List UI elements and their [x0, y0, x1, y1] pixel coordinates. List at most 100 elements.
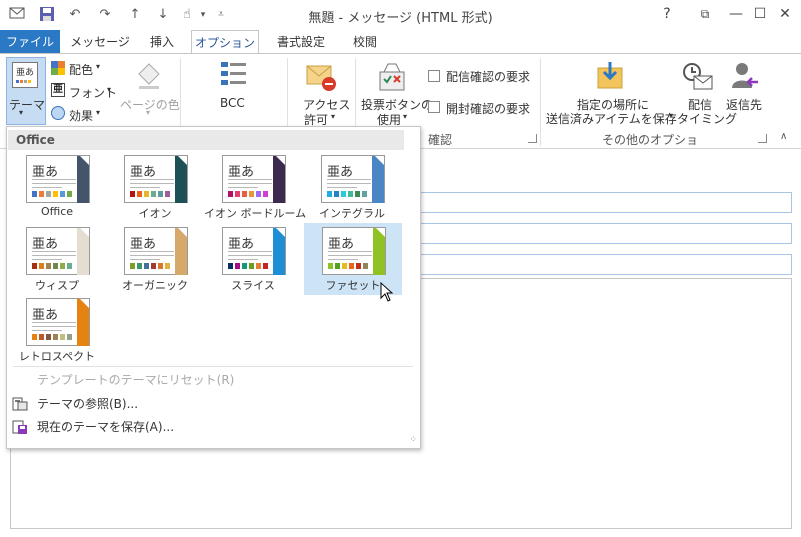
reply-to-button[interactable]: 返信先	[726, 96, 762, 113]
page-fold	[276, 156, 285, 165]
delivery-receipt-label[interactable]: 配信確認の要求	[446, 68, 530, 85]
svg-text:あ: あ	[25, 67, 34, 78]
colors-button[interactable]: 配色	[69, 61, 93, 78]
theme-thumbnail: 亜あ	[124, 155, 188, 203]
theme-sample-line	[32, 179, 76, 180]
subject-field[interactable]	[420, 254, 792, 275]
theme-color-swatch	[60, 191, 65, 197]
collapse-ribbon-icon[interactable]: ∧	[780, 131, 787, 142]
save-sent-label-2[interactable]: 送信済みアイテムを保存	[546, 110, 677, 127]
dialog-launcher-icon[interactable]	[758, 134, 767, 143]
theme-sample-line	[32, 255, 76, 256]
delivery-receipt-checkbox[interactable]	[428, 70, 440, 82]
theme-color-swatch	[335, 263, 340, 269]
theme-item[interactable]: 亜あ レトロスペクト	[8, 294, 106, 366]
theme-color-swatch	[60, 263, 65, 269]
bcc-button[interactable]: BCC	[220, 96, 245, 110]
theme-item[interactable]: 亜あイオン ボードルーム	[204, 151, 307, 223]
theme-color-swatch	[327, 191, 332, 197]
theme-sample-glyphs: 亜あ	[130, 237, 157, 252]
theme-item[interactable]: 亜あ スライス	[204, 223, 302, 295]
theme-sample-line	[32, 322, 76, 323]
theme-sample-glyphs: 亜あ	[130, 165, 157, 180]
theme-color-swatch	[263, 263, 268, 269]
read-receipt-checkbox[interactable]	[428, 101, 440, 113]
mouse-cursor-icon	[380, 281, 394, 302]
theme-color-swatch	[151, 263, 156, 269]
browse-themes-item[interactable]: テーマの参照(B)...	[37, 395, 138, 412]
theme-sample-line	[130, 251, 174, 252]
svg-text:亜: 亜	[16, 67, 25, 78]
help-button[interactable]: ?	[656, 4, 678, 24]
page-fold	[178, 156, 187, 165]
tab-options[interactable]: オプション	[191, 30, 259, 54]
voting-icon	[376, 62, 408, 92]
close-button[interactable]: ✕	[774, 4, 796, 24]
tab-review[interactable]: 校閲	[342, 30, 388, 54]
tab-format[interactable]: 書式設定	[264, 30, 338, 54]
theme-item[interactable]: 亜あ Office	[8, 151, 106, 223]
theme-sample-line	[328, 251, 372, 252]
theme-color-swatch	[165, 263, 170, 269]
tab-message[interactable]: メッセージ	[66, 30, 134, 54]
theme-sample-line	[130, 259, 160, 260]
tab-insert[interactable]: 挿入	[138, 30, 186, 54]
theme-sample-line	[130, 187, 160, 188]
theme-item[interactable]: 亜あ オーガニック	[106, 223, 204, 295]
theme-color-swatch	[137, 191, 142, 197]
read-receipt-label[interactable]: 開封確認の要求	[446, 100, 530, 117]
theme-color-swatch	[144, 191, 149, 197]
delay-delivery-icon	[682, 60, 714, 92]
theme-thumbnail: 亜あ	[124, 227, 188, 275]
theme-item[interactable]: 亜あ ウィスプ	[8, 223, 106, 295]
ribbon-display-button[interactable]: ⧉	[694, 4, 716, 24]
theme-sample-glyphs: 亜あ	[228, 165, 255, 180]
theme-color-swatch	[342, 263, 347, 269]
chevron-down-icon: ▾	[96, 108, 101, 117]
dialog-launcher-icon[interactable]	[528, 134, 537, 143]
to-field[interactable]	[420, 192, 792, 213]
theme-gallery-dropdown: Office 亜あ Office 亜あ イオン 亜あ イオン ボードルーム 亜あ インテグラル…	[6, 126, 421, 449]
theme-sample-line	[32, 330, 62, 331]
page-fold	[80, 299, 89, 308]
theme-color-swatch	[334, 191, 339, 197]
theme-name: イオン ボードルーム	[204, 207, 307, 220]
resize-grip-icon[interactable]: ⁘	[409, 435, 417, 445]
cc-field[interactable]	[420, 223, 792, 244]
themes-label: テーマ	[9, 98, 46, 112]
theme-color-swatch	[53, 191, 58, 197]
save-sent-icon	[594, 60, 626, 92]
theme-color-swatch	[249, 191, 254, 197]
page-color-icon	[133, 60, 163, 90]
window-title: 無題 - メッセージ (HTML 形式)	[308, 11, 493, 26]
theme-thumbnail: 亜あ	[26, 155, 90, 203]
page-fold	[80, 156, 89, 165]
theme-name: スライス	[231, 279, 275, 292]
theme-color-swatch	[130, 263, 135, 269]
theme-color-swatch	[32, 191, 37, 197]
theme-icon: 亜あ	[12, 62, 38, 88]
theme-color-swatch	[228, 191, 233, 197]
theme-sample-line	[328, 259, 358, 260]
maximize-button[interactable]: ☐	[749, 4, 771, 24]
theme-sample-line	[32, 251, 76, 252]
save-theme-item[interactable]: 現在のテーマを保存(A)...	[37, 418, 174, 435]
theme-color-swatch	[362, 191, 367, 197]
theme-sample-glyphs: 亜あ	[228, 237, 255, 252]
browse-themes-icon	[12, 397, 28, 411]
tab-file[interactable]: ファイル	[0, 30, 60, 54]
theme-name: インテグラル	[319, 207, 385, 220]
theme-sample-glyphs: 亜あ	[32, 237, 59, 252]
theme-color-swatch	[341, 191, 346, 197]
minimize-button[interactable]: —	[725, 4, 747, 24]
theme-item[interactable]: 亜あ インテグラル	[303, 151, 401, 223]
reply-to-icon	[730, 60, 760, 92]
effects-button[interactable]: 効果	[69, 107, 93, 124]
theme-color-swatch	[137, 263, 142, 269]
permission-icon	[305, 62, 337, 92]
save-theme-icon	[12, 420, 28, 434]
theme-sample-line	[130, 183, 174, 184]
theme-item[interactable]: 亜あ イオン	[106, 151, 204, 223]
theme-color-swatch	[39, 263, 44, 269]
confirm-group-label: 確認	[427, 133, 452, 147]
